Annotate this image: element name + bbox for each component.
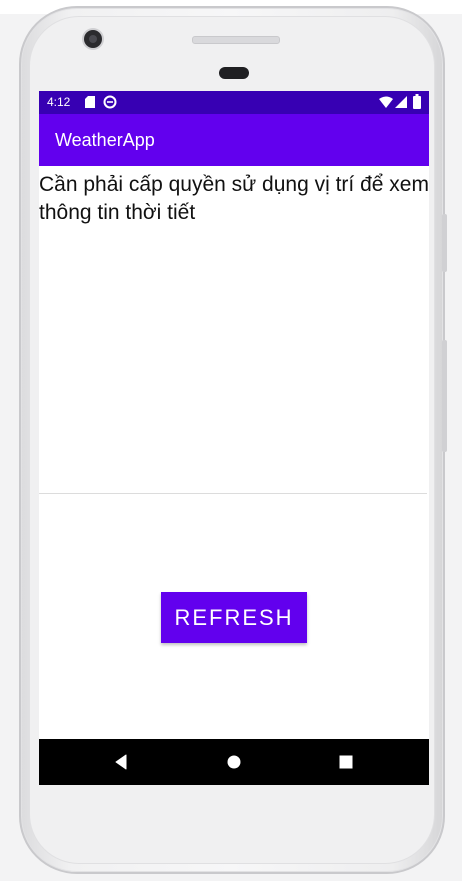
earpiece-speaker xyxy=(192,36,280,44)
system-nav-bar xyxy=(39,739,429,785)
device-screen: 4:12 WeatherApp Cần phải cấp quyền sử dụ… xyxy=(39,91,429,785)
power-button[interactable] xyxy=(442,340,447,452)
app-toolbar: WeatherApp xyxy=(39,114,429,166)
home-icon[interactable] xyxy=(224,752,244,772)
app-title: WeatherApp xyxy=(55,130,155,150)
data-saver-icon xyxy=(103,95,117,112)
content-divider xyxy=(39,493,427,494)
status-bar: 4:12 xyxy=(39,91,429,114)
back-icon[interactable] xyxy=(111,752,131,772)
wifi-icon xyxy=(379,96,393,111)
location-permission-message: Cần phải cấp quyền sử dụng vị trí để xem… xyxy=(39,173,429,224)
volume-button[interactable] xyxy=(442,214,447,272)
signal-icon xyxy=(395,96,407,111)
status-time: 4:12 xyxy=(47,95,71,109)
proximity-sensor xyxy=(219,67,249,79)
recents-icon[interactable] xyxy=(336,752,356,772)
sd-card-icon xyxy=(85,96,95,111)
front-camera-icon xyxy=(84,30,102,48)
refresh-button[interactable]: REFRESH xyxy=(161,592,307,643)
emulator-stage: 4:12 WeatherApp Cần phải cấp quyền sử dụ… xyxy=(0,0,462,881)
battery-icon xyxy=(413,94,421,112)
